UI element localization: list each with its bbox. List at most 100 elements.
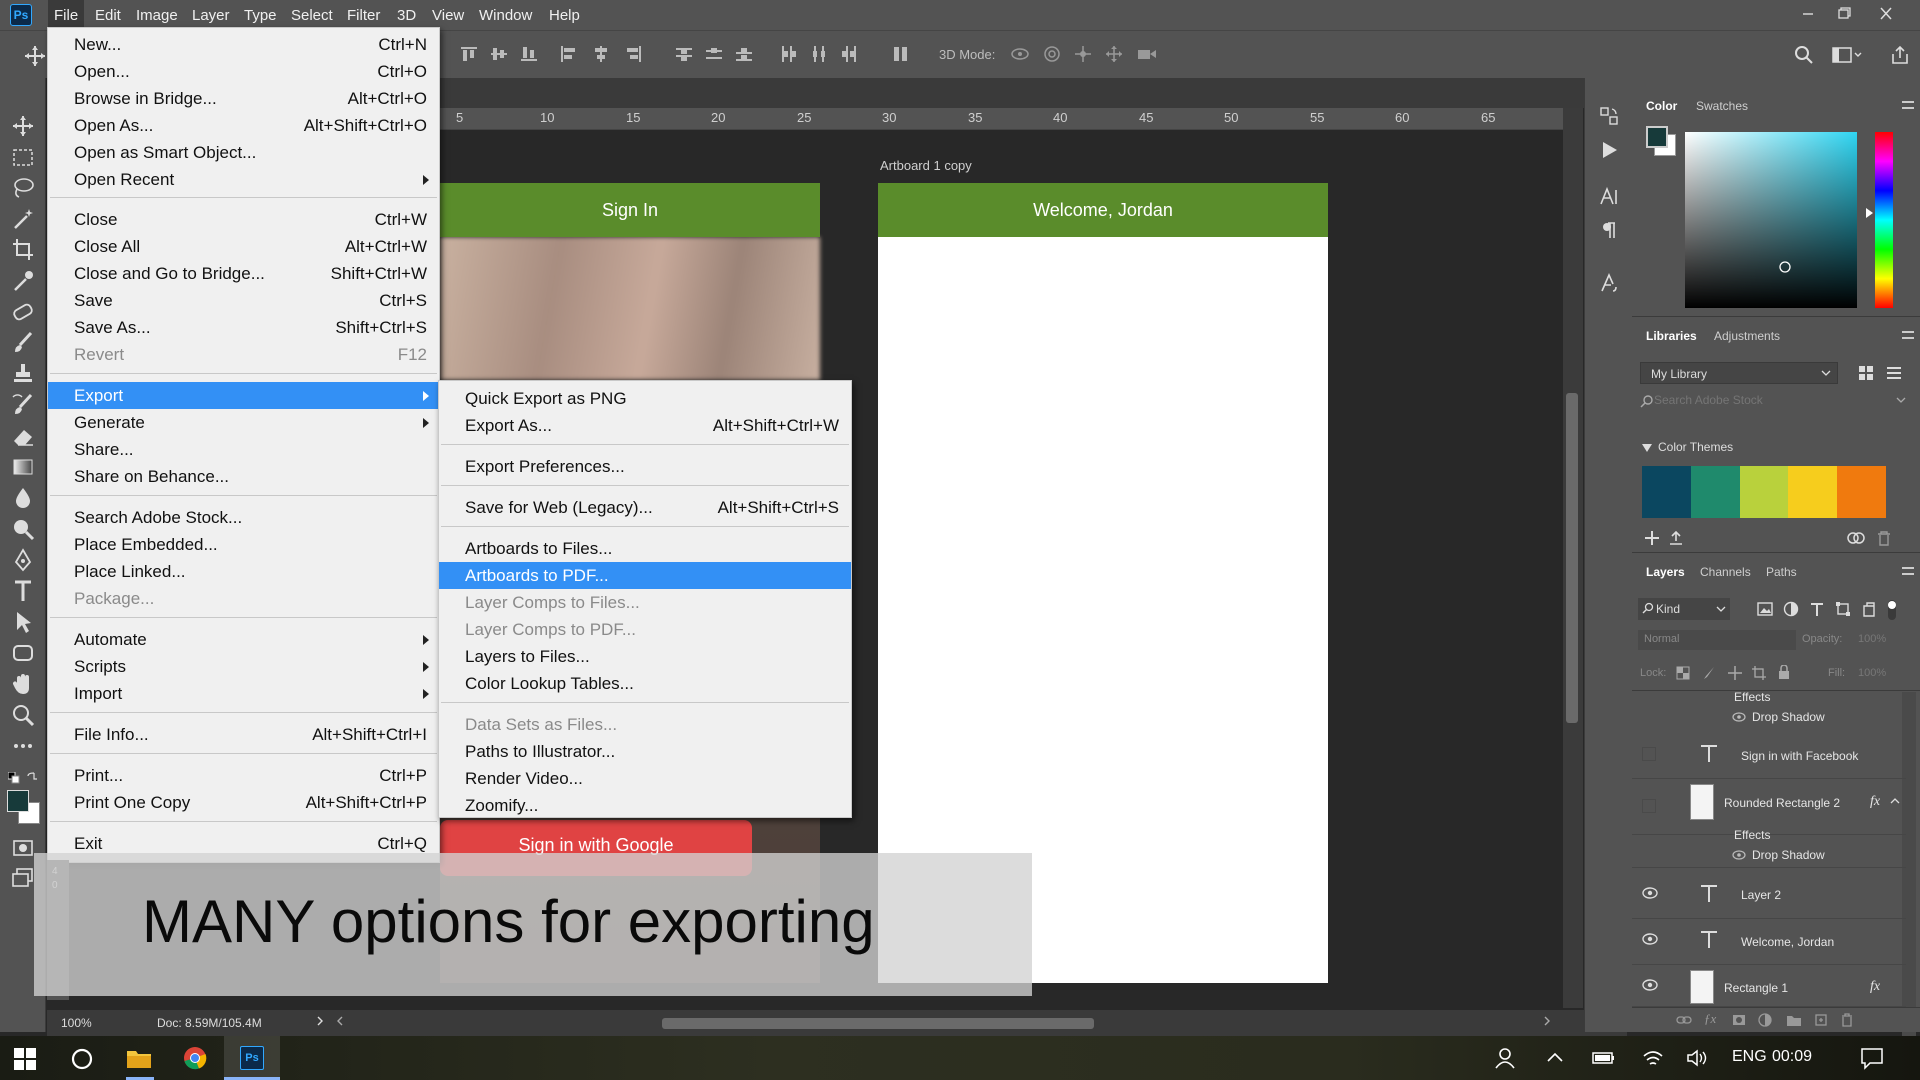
layer-name[interactable]: Sign in with Facebook <box>1741 749 1858 763</box>
foreground-color-swatch[interactable] <box>7 790 29 812</box>
layer-kind-filter[interactable]: Kind <box>1638 598 1730 620</box>
move-tool-icon[interactable] <box>24 45 46 67</box>
chevron-up-icon[interactable] <box>1890 797 1900 805</box>
hue-pointer-icon[interactable] <box>1866 208 1874 218</box>
3d-slide-icon[interactable] <box>1104 45 1124 63</box>
align-hcenter-icon[interactable] <box>592 45 610 63</box>
menu-item-close[interactable]: Close Ctrl+W <box>48 206 439 233</box>
menu-item-close-all[interactable]: Close All Alt+Ctrl+W <box>48 233 439 260</box>
chevron-down-icon[interactable] <box>1896 396 1906 404</box>
menu-item-open-recent[interactable]: Open Recent <box>48 166 439 193</box>
share-icon[interactable] <box>1890 45 1910 65</box>
align-vcenter-icon[interactable] <box>490 45 508 63</box>
tab-adjustments[interactable]: Adjustments <box>1714 329 1780 343</box>
fill-value[interactable]: 100% <box>1858 667 1886 679</box>
minimize-button[interactable] <box>1792 0 1824 28</box>
workspace-icon[interactable] <box>1832 45 1862 65</box>
grid-view-icon[interactable] <box>1858 365 1874 381</box>
menu-item-automate[interactable]: Automate <box>48 626 439 653</box>
menu-item-print-one-copy[interactable]: Print One Copy Alt+Shift+Ctrl+P <box>48 789 439 816</box>
menu-item-export-as[interactable]: Export As... Alt+Shift+Ctrl+W <box>439 412 851 439</box>
layer-name[interactable]: Rounded Rectangle 2 <box>1724 796 1840 810</box>
menu-item-data-sets-as-files[interactable]: Data Sets as Files... <box>439 711 851 738</box>
menu-item-save-for-web[interactable]: Save for Web (Legacy)... Alt+Shift+Ctrl+S <box>439 494 851 521</box>
menu-item-new[interactable]: New... Ctrl+N <box>48 31 439 58</box>
eye-icon[interactable] <box>1642 933 1658 945</box>
new-layer-icon[interactable] <box>1814 1013 1828 1027</box>
panel-menu-icon[interactable] <box>1902 567 1914 575</box>
fx-badge[interactable]: fx <box>1870 979 1880 995</box>
menu-item-search-adobe-stock[interactable]: Search Adobe Stock... <box>48 504 439 531</box>
lasso-tool-icon[interactable] <box>8 174 38 202</box>
tab-layers[interactable]: Layers <box>1646 565 1685 579</box>
menu-item-open-as[interactable]: Open As... Alt+Shift+Ctrl+O <box>48 112 439 139</box>
panel-menu-icon[interactable] <box>1902 101 1914 109</box>
scroll-right-icon[interactable] <box>1542 1014 1552 1028</box>
close-window-button[interactable] <box>1870 0 1902 28</box>
stock-search-input[interactable] <box>1654 390 1884 410</box>
eyedropper-icon[interactable] <box>8 267 38 295</box>
lock-pixels-icon[interactable] <box>1702 666 1716 680</box>
dodge-tool-icon[interactable] <box>8 515 38 543</box>
distribute-vcenter-icon[interactable] <box>705 45 723 63</box>
distribute-right-icon[interactable] <box>841 45 859 63</box>
menu-item-package[interactable]: Package... <box>48 585 439 612</box>
menu-item-scripts[interactable]: Scripts <box>48 653 439 680</box>
pen-tool-icon[interactable] <box>8 546 38 574</box>
type-tool-icon[interactable] <box>8 577 38 605</box>
layer-row-layer-2[interactable]: Layer 2 <box>1632 873 1906 919</box>
menu-item-save[interactable]: Save Ctrl+S <box>48 287 439 314</box>
color-theme-strip[interactable] <box>1642 466 1886 518</box>
restore-button[interactable] <box>1828 0 1860 28</box>
history-brush-icon[interactable] <box>8 391 38 419</box>
blur-tool-icon[interactable] <box>8 484 38 512</box>
menu-file[interactable]: File <box>48 0 85 30</box>
filter-type-icon[interactable] <box>1809 601 1825 617</box>
distribute-hcenter-icon[interactable] <box>810 45 828 63</box>
new-adjustment-icon[interactable] <box>1758 1013 1772 1027</box>
file-explorer-icon[interactable] <box>126 1047 152 1069</box>
delete-layer-icon[interactable] <box>1840 1013 1854 1027</box>
layer-name[interactable]: Welcome, Jordan <box>1741 935 1834 949</box>
actions-play-icon[interactable] <box>1599 140 1619 160</box>
menu-item-artboards-to-files[interactable]: Artboards to Files... <box>439 535 851 562</box>
menu-item-browse-in-bridge[interactable]: Browse in Bridge... Alt+Ctrl+O <box>48 85 439 112</box>
lock-position-icon[interactable] <box>1728 666 1742 680</box>
align-right-icon[interactable] <box>624 45 642 63</box>
windows-start-icon[interactable] <box>14 1048 36 1070</box>
menu-item-save-as[interactable]: Save As... Shift+Ctrl+S <box>48 314 439 341</box>
glyphs-icon[interactable] <box>1599 272 1619 294</box>
layer-name[interactable]: Layer 2 <box>1741 888 1781 902</box>
eraser-icon[interactable] <box>8 422 38 450</box>
menu-item-open[interactable]: Open... Ctrl+O <box>48 58 439 85</box>
layer-row-effects[interactable]: Effects Drop Shadow <box>1632 690 1906 726</box>
menu-item-layer-comps-to-pdf[interactable]: Layer Comps to PDF... <box>439 616 851 643</box>
cortana-search-icon[interactable] <box>70 1047 94 1071</box>
menu-select[interactable]: Select <box>285 0 339 30</box>
wifi-icon[interactable] <box>1642 1048 1664 1068</box>
filter-adjustment-icon[interactable] <box>1783 601 1799 617</box>
input-language[interactable]: ENG <box>1732 1048 1767 1066</box>
lock-all-icon[interactable] <box>1777 665 1791 680</box>
notifications-icon[interactable] <box>1860 1046 1884 1070</box>
menu-window[interactable]: Window <box>473 0 538 30</box>
lock-artboard-icon[interactable] <box>1752 666 1766 680</box>
more-tools-icon[interactable] <box>8 732 38 760</box>
brush-tool-icon[interactable] <box>8 329 38 357</box>
distribute-left-icon[interactable] <box>779 45 797 63</box>
clone-stamp-icon[interactable] <box>8 360 38 388</box>
menu-item-import[interactable]: Import <box>48 680 439 707</box>
menu-item-place-linked[interactable]: Place Linked... <box>48 558 439 585</box>
lock-transparent-icon[interactable] <box>1676 666 1690 680</box>
creative-cloud-icon[interactable] <box>1846 530 1866 546</box>
color-fg-swatch[interactable] <box>1646 126 1668 148</box>
menu-layer[interactable]: Layer <box>186 0 236 30</box>
trash-icon[interactable] <box>1876 530 1892 546</box>
menu-item-layers-to-files[interactable]: Layers to Files... <box>439 643 851 670</box>
menu-item-place-embedded[interactable]: Place Embedded... <box>48 531 439 558</box>
battery-icon[interactable] <box>1590 1048 1616 1068</box>
tab-color[interactable]: Color <box>1646 99 1677 113</box>
hue-slider[interactable] <box>1875 132 1893 308</box>
menu-item-zoomify[interactable]: Zoomify... <box>439 792 851 819</box>
filter-pixel-icon[interactable] <box>1757 601 1773 617</box>
